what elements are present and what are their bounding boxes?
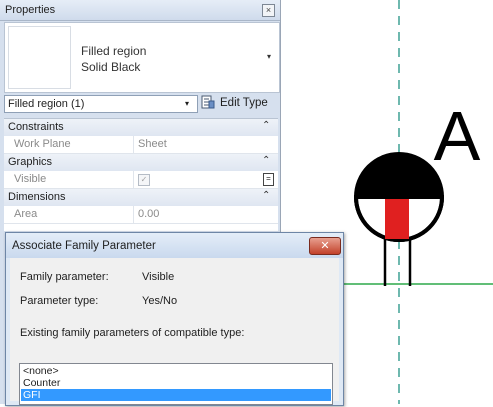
instance-filter-value: Filled region (1) xyxy=(8,98,85,110)
family-parameter-label: Family parameter: xyxy=(20,271,109,283)
property-value: 0.00 xyxy=(138,208,160,220)
chevron-down-icon[interactable]: ▾ xyxy=(267,52,271,61)
red-filled-region xyxy=(385,199,409,239)
property-name: Area xyxy=(14,208,38,220)
type-name: Solid Black xyxy=(81,60,141,74)
close-icon[interactable]: × xyxy=(262,4,275,17)
list-item[interactable]: <none> xyxy=(23,365,329,377)
instance-filter-dropdown[interactable]: Filled region (1) ▾ xyxy=(4,95,198,113)
property-name: Work Plane xyxy=(14,138,71,150)
column-divider xyxy=(133,171,134,188)
parameter-listbox[interactable]: <none> Counter GFI xyxy=(19,363,333,405)
edit-type-label: Edit Type xyxy=(220,97,268,109)
group-label: Graphics xyxy=(8,156,53,168)
chevron-up-icon[interactable]: ⌃ xyxy=(262,120,270,131)
group-graphics[interactable]: Graphics ⌃ xyxy=(4,154,278,172)
list-item[interactable]: Counter xyxy=(23,377,329,389)
row-visible: Visible ✓ = xyxy=(4,171,278,189)
dialog-titlebar[interactable]: Associate Family Parameter ✕ xyxy=(6,233,343,258)
parameter-type-value: Yes/No xyxy=(142,295,178,307)
associate-parameter-button[interactable]: = xyxy=(263,173,274,186)
column-divider xyxy=(133,136,134,153)
property-value: Sheet xyxy=(138,138,167,150)
associate-family-parameter-dialog: Associate Family Parameter ✕ Family para… xyxy=(5,232,344,406)
edit-type-button[interactable]: Edit Type xyxy=(200,94,276,112)
chevron-down-icon[interactable]: ▾ xyxy=(185,99,189,108)
symbol-top-half xyxy=(356,154,442,197)
list-item-selected[interactable]: GFI xyxy=(21,389,331,401)
annotation-label: A xyxy=(434,97,481,175)
visible-checkbox[interactable]: ✓ xyxy=(138,174,150,186)
chevron-up-icon[interactable]: ⌃ xyxy=(262,155,270,166)
existing-parameters-label: Existing family parameters of compatible… xyxy=(20,327,245,339)
group-label: Dimensions xyxy=(8,191,66,203)
property-name: Visible xyxy=(14,173,47,185)
group-label: Constraints xyxy=(8,121,64,133)
group-dimensions[interactable]: Dimensions ⌃ xyxy=(4,189,278,207)
properties-titlebar[interactable]: Properties × xyxy=(0,0,280,21)
parameter-type-label: Parameter type: xyxy=(20,295,99,307)
properties-title: Properties xyxy=(5,4,56,16)
dialog-title: Associate Family Parameter xyxy=(12,240,156,252)
group-constraints[interactable]: Constraints ⌃ xyxy=(4,119,278,137)
row-area: Area 0.00 xyxy=(4,206,278,224)
column-divider xyxy=(133,206,134,223)
type-selector[interactable]: Filled region Solid Black ▾ xyxy=(4,22,280,93)
chevron-up-icon[interactable]: ⌃ xyxy=(262,190,270,201)
dialog-body: Family parameter: Visible Parameter type… xyxy=(10,258,339,405)
type-family-name: Filled region xyxy=(81,44,147,58)
family-parameter-value: Visible xyxy=(142,271,175,283)
edit-type-icon xyxy=(201,95,215,109)
close-button[interactable]: ✕ xyxy=(309,237,341,255)
type-preview-thumbnail xyxy=(8,26,71,89)
properties-grid: Constraints ⌃ Work Plane Sheet Graphics … xyxy=(4,118,278,231)
row-work-plane: Work Plane Sheet xyxy=(4,136,278,154)
